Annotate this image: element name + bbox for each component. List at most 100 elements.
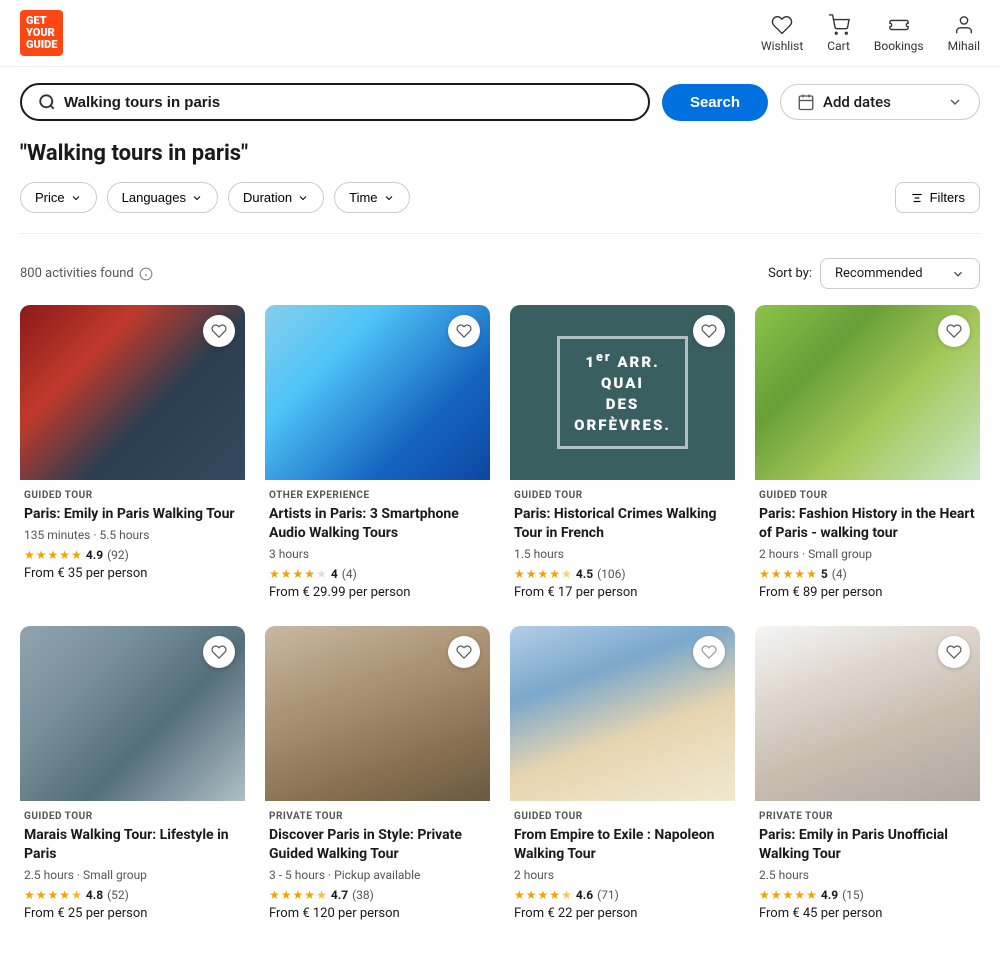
card-1-rating: ★★★★★ 4.9 (92)	[24, 548, 241, 562]
card-8-wishlist[interactable]	[938, 636, 970, 668]
card-1[interactable]: GUIDED TOUR Paris: Emily in Paris Walkin…	[20, 305, 245, 606]
card-8-reviews: (15)	[842, 888, 864, 902]
card-6-wishlist[interactable]	[448, 636, 480, 668]
card-2-rating: ★★★★★ 4 (4)	[269, 567, 486, 581]
search-icon	[38, 93, 56, 111]
duration-filter[interactable]: Duration	[228, 182, 324, 213]
cart-label: Cart	[827, 39, 850, 53]
card-4-image	[755, 305, 980, 480]
bookings-nav[interactable]: Bookings	[874, 14, 924, 53]
card-7[interactable]: GUIDED TOUR From Empire to Exile : Napol…	[510, 626, 735, 927]
card-5-body: GUIDED TOUR Marais Walking Tour: Lifesty…	[20, 801, 245, 927]
card-4-wishlist[interactable]	[938, 315, 970, 347]
card-3-reviews: (106)	[597, 567, 626, 581]
card-7-image	[510, 626, 735, 801]
time-filter[interactable]: Time	[334, 182, 409, 213]
card-5-type: GUIDED TOUR	[24, 811, 241, 822]
calendar-icon	[797, 93, 815, 111]
chevron-down-icon	[70, 192, 82, 204]
card-5-wishlist[interactable]	[203, 636, 235, 668]
search-input[interactable]	[64, 94, 632, 111]
search-button[interactable]: Search	[662, 84, 768, 121]
search-bar-container	[20, 83, 650, 121]
card-5-price: From € 25 per person	[24, 906, 241, 921]
nav-icons: Wishlist Cart Bookings Mihail	[761, 14, 980, 53]
card-3-duration: 1.5 hours	[514, 547, 731, 561]
card-1-title: Paris: Emily in Paris Walking Tour	[24, 505, 241, 524]
info-icon	[139, 267, 153, 281]
card-4-rating: ★★★★★ 5 (4)	[759, 567, 976, 581]
cart-icon	[828, 14, 850, 36]
card-5-rating-num: 4.8	[86, 888, 103, 902]
price-filter[interactable]: Price	[20, 182, 97, 213]
filters-right: Filters	[895, 182, 980, 213]
user-icon	[953, 14, 975, 36]
card-3-rating-num: 4.5	[576, 567, 593, 581]
date-label: Add dates	[823, 93, 939, 111]
all-filters-button[interactable]: Filters	[895, 182, 980, 213]
card-5-title: Marais Walking Tour: Lifestyle in Paris	[24, 826, 241, 864]
card-5-image	[20, 626, 245, 801]
card-2-image	[265, 305, 490, 480]
card-3-body: GUIDED TOUR Paris: Historical Crimes Wal…	[510, 480, 735, 606]
heart-icon	[771, 14, 793, 36]
card-4-body: GUIDED TOUR Paris: Fashion History in th…	[755, 480, 980, 606]
card-6-body: PRIVATE TOUR Discover Paris in Style: Pr…	[265, 801, 490, 927]
wishlist-nav[interactable]: Wishlist	[761, 14, 803, 53]
wishlist-label: Wishlist	[761, 39, 803, 53]
card-8-price: From € 45 per person	[759, 906, 976, 921]
card-1-reviews: (92)	[107, 548, 129, 562]
card-1-price: From € 35 per person	[24, 566, 241, 581]
account-label: Mihail	[948, 39, 980, 53]
chevron-down-icon	[947, 94, 963, 110]
card-6[interactable]: PRIVATE TOUR Discover Paris in Style: Pr…	[265, 626, 490, 927]
card-3-stars: ★★★★★	[514, 567, 572, 581]
card-2-rating-num: 4	[331, 567, 338, 581]
card-3-type: GUIDED TOUR	[514, 490, 731, 501]
page-title: "Walking tours in paris"	[0, 137, 1000, 182]
heart-icon	[701, 323, 717, 339]
cart-nav[interactable]: Cart	[827, 14, 850, 53]
card-8-rating: ★★★★★ 4.9 (15)	[759, 888, 976, 902]
card-6-reviews: (38)	[352, 888, 374, 902]
card-1-wishlist[interactable]	[203, 315, 235, 347]
card-5-rating: ★★★★★ 4.8 (52)	[24, 888, 241, 902]
card-8[interactable]: PRIVATE TOUR Paris: Emily in Paris Unoff…	[755, 626, 980, 927]
card-4-stars: ★★★★★	[759, 567, 817, 581]
heart-icon	[456, 323, 472, 339]
card-2-wishlist[interactable]	[448, 315, 480, 347]
card-7-wishlist[interactable]	[693, 636, 725, 668]
card-6-image	[265, 626, 490, 801]
card-3-rating: ★★★★★ 4.5 (106)	[514, 567, 731, 581]
card-2-duration: 3 hours	[269, 547, 486, 561]
divider	[20, 233, 980, 234]
card-7-duration: 2 hours	[514, 868, 731, 882]
card-7-rating: ★★★★★ 4.6 (71)	[514, 888, 731, 902]
card-8-body: PRIVATE TOUR Paris: Emily in Paris Unoff…	[755, 801, 980, 927]
card-8-image	[755, 626, 980, 801]
logo[interactable]: GET YOUR GUIDE	[20, 10, 63, 56]
card-2-stars: ★★★★★	[269, 567, 327, 581]
card-4-rating-num: 5	[821, 567, 828, 581]
chevron-down-icon	[951, 267, 965, 281]
card-1-type: GUIDED TOUR	[24, 490, 241, 501]
sort-select[interactable]: Recommended	[820, 258, 980, 289]
card-4-duration: 2 hours · Small group	[759, 547, 976, 561]
card-5[interactable]: GUIDED TOUR Marais Walking Tour: Lifesty…	[20, 626, 245, 927]
card-4[interactable]: GUIDED TOUR Paris: Fashion History in th…	[755, 305, 980, 606]
languages-filter[interactable]: Languages	[107, 182, 218, 213]
chevron-down-icon	[297, 192, 309, 204]
card-3-wishlist[interactable]	[693, 315, 725, 347]
header: GET YOUR GUIDE Wishlist Cart Bookings Mi…	[0, 0, 1000, 67]
card-4-reviews: (4)	[832, 567, 847, 581]
date-picker[interactable]: Add dates	[780, 84, 980, 120]
card-3[interactable]: 1er ARR.QUAIDESORFÈVRES. GUIDED TOUR Par…	[510, 305, 735, 606]
filters-row: Price Languages Duration Time Filters	[0, 182, 1000, 229]
card-7-price: From € 22 per person	[514, 906, 731, 921]
account-nav[interactable]: Mihail	[948, 14, 980, 53]
card-3-title: Paris: Historical Crimes Walking Tour in…	[514, 505, 731, 543]
bookings-label: Bookings	[874, 39, 924, 53]
card-7-body: GUIDED TOUR From Empire to Exile : Napol…	[510, 801, 735, 927]
card-1-stars: ★★★★★	[24, 548, 82, 562]
card-2[interactable]: OTHER EXPERIENCE Artists in Paris: 3 Sma…	[265, 305, 490, 606]
